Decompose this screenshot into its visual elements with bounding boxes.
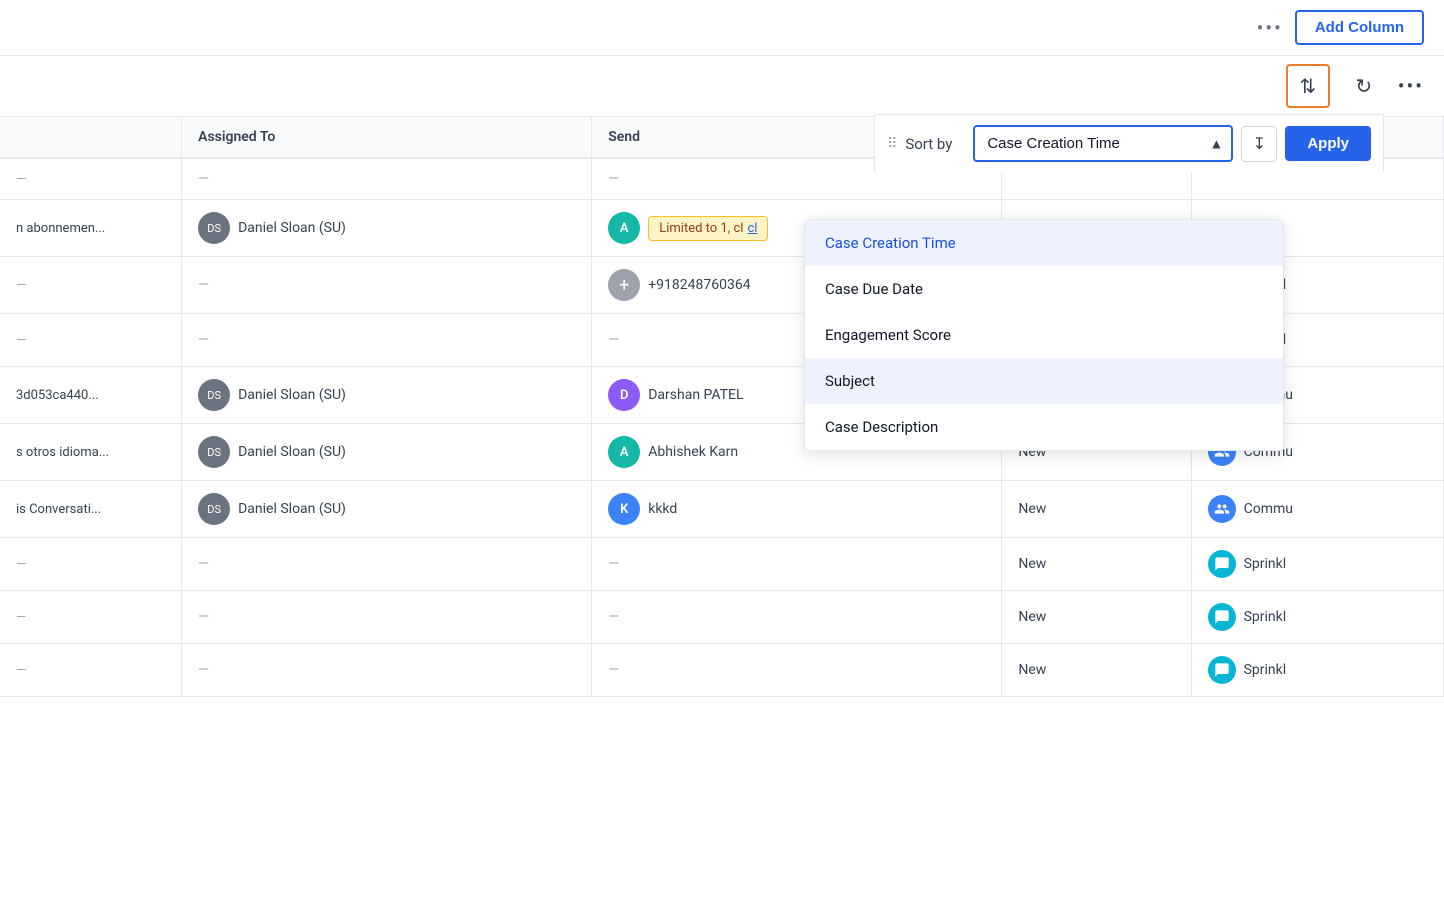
channel-icon-community [1208,495,1236,523]
contact-name: Darshan PATEL [648,387,743,403]
add-column-button[interactable]: Add Column [1295,10,1424,45]
cell-channel: Sprinkl [1191,591,1443,644]
sort-panel: ⠿ Sort by Case Creation Time Case Due Da… [874,114,1384,172]
cell-sender: — [592,538,1002,591]
refresh-icon: ↻ [1355,74,1372,99]
cell-channel: Sprinkl [1191,538,1443,591]
contact-avatar: D [608,379,640,411]
sort-order-icon: ↧ [1253,134,1266,154]
contact-name: Abhishek Karn [648,444,738,460]
apply-button[interactable]: Apply [1285,126,1371,161]
cell-channel: Commu [1191,481,1443,538]
sort-order-button[interactable]: ↧ [1241,126,1277,162]
agent-name: Daniel Sloan (SU) [238,444,346,460]
cell-subject: is Conversati... [0,481,182,538]
cell-sender: K kkkd [592,481,1002,538]
cell-status: New [1002,591,1191,644]
top-toolbar: ••• Add Column [0,0,1444,56]
drag-handle-icon[interactable]: ⠿ [887,136,897,152]
sort-row: ⠿ Sort by Case Creation Time Case Due Da… [874,114,1384,172]
agent-avatar: DS [198,212,230,244]
contact-avatar: A [608,436,640,468]
dropdown-item-engagement-score[interactable]: Engagement Score [805,312,1283,358]
cell-assigned-to: — [182,158,592,200]
cell-assigned-to: — [182,644,592,697]
dropdown-item-subject[interactable]: Subject [805,358,1283,404]
contact-phone: +918248760364 [648,277,750,293]
cell-channel: Sprinkl [1191,644,1443,697]
table-row: ———New Sprinkl [0,644,1444,697]
cell-subject: n abonnemen... [0,200,182,257]
channel-icon-sprinklr [1208,550,1236,578]
sort-by-label: Sort by [905,135,965,153]
dropdown-item-case-creation-time[interactable]: Case Creation Time [805,220,1283,266]
contact-avatar: K [608,493,640,525]
agent-name: Daniel Sloan (SU) [238,387,346,403]
cell-sender: — [592,591,1002,644]
agent-avatar: DS [198,493,230,525]
sort-field-select[interactable]: Case Creation Time Case Due Date Engagem… [973,125,1233,162]
agent-name: Daniel Sloan (SU) [238,501,346,517]
col-header-checkbox [0,117,182,158]
channel-icon-sprinklr [1208,656,1236,684]
cell-subject: — [0,538,182,591]
status-badge: New [1018,501,1046,517]
cell-subject: — [0,644,182,697]
agent-name: Daniel Sloan (SU) [238,220,346,236]
cell-subject: — [0,591,182,644]
sort-dropdown-menu: Case Creation Time Case Due Date Engagem… [804,219,1284,451]
cell-status: New [1002,481,1191,538]
cell-status: New [1002,644,1191,697]
contact-avatar: + [608,269,640,301]
dropdown-item-case-description[interactable]: Case Description [805,404,1283,450]
contact-avatar: A [608,212,640,244]
cell-assigned-to: DS Daniel Sloan (SU) [182,200,592,257]
cell-assigned-to: — [182,314,592,367]
channel-icon-sprinklr [1208,603,1236,631]
col-header-assigned-to: Assigned To [182,117,592,158]
channel-name: Sprinkl [1244,556,1287,572]
cell-assigned-to: — [182,591,592,644]
cell-subject: — [0,257,182,314]
cell-assigned-to: DS Daniel Sloan (SU) [182,367,592,424]
contact-name: kkkd [648,501,677,517]
cell-subject: — [0,314,182,367]
table-row: ———New Sprinkl [0,591,1444,644]
limited-notice: Limited to 1, clcl [648,216,768,241]
status-badge: New [1018,662,1046,678]
cell-assigned-to: — [182,257,592,314]
cell-subject: s otros idioma... [0,424,182,481]
cell-sender: — [592,644,1002,697]
sort-button[interactable]: ⇅ [1286,64,1330,108]
kebab-icon[interactable]: ••• [1398,74,1424,98]
sort-select-wrapper: Case Creation Time Case Due Date Engagem… [973,125,1233,162]
sort-icon: ⇅ [1299,74,1316,98]
cell-subject: — [0,158,182,200]
table-row: ———New Sprinkl [0,538,1444,591]
channel-name: Sprinkl [1244,662,1287,678]
more-options-icon[interactable]: ••• [1257,16,1283,40]
channel-name: Commu [1244,501,1293,517]
agent-avatar: DS [198,436,230,468]
cell-status: New [1002,538,1191,591]
status-badge: New [1018,556,1046,572]
limited-link[interactable]: cl [747,221,757,236]
sort-toolbar: ⇅ ↻ ••• ⠿ Sort by Case Creation Time Cas… [0,56,1444,117]
status-badge: New [1018,609,1046,625]
table-row: is Conversati... DS Daniel Sloan (SU) K kk… [0,481,1444,538]
cell-subject: 3d053ca440... [0,367,182,424]
dropdown-item-case-due-date[interactable]: Case Due Date [805,266,1283,312]
agent-avatar: DS [198,379,230,411]
cell-assigned-to: DS Daniel Sloan (SU) [182,424,592,481]
refresh-button[interactable]: ↻ [1346,68,1382,104]
cell-assigned-to: — [182,538,592,591]
channel-name: Sprinkl [1244,609,1287,625]
cell-assigned-to: DS Daniel Sloan (SU) [182,481,592,538]
